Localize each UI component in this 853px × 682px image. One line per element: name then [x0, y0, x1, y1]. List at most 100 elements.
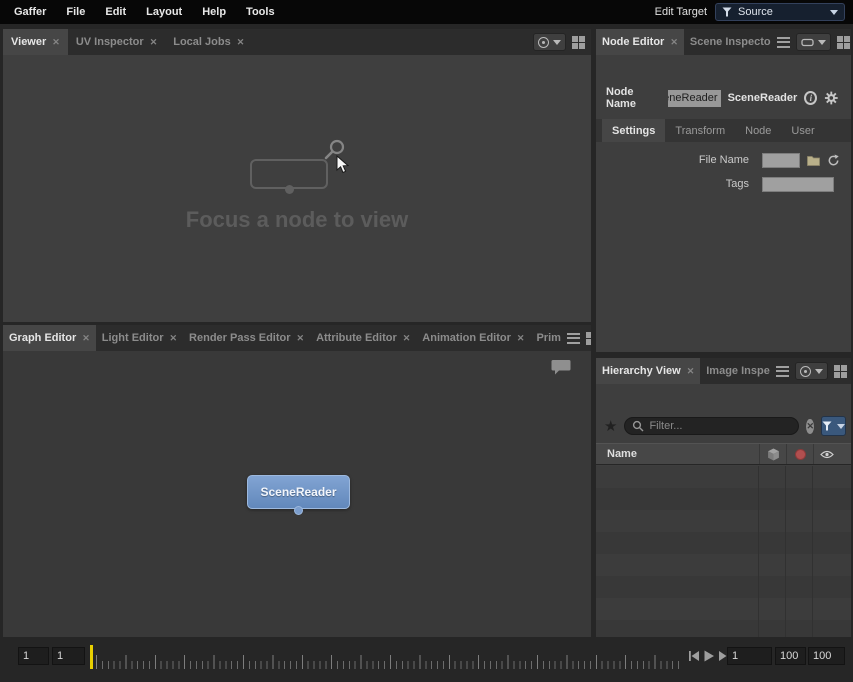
- reload-button[interactable]: [827, 154, 840, 167]
- close-icon[interactable]: ✕: [517, 334, 525, 343]
- annotation-bubble-icon[interactable]: [551, 359, 571, 376]
- playback-controls: [688, 650, 730, 662]
- graph-editor-canvas[interactable]: SceneReader: [3, 351, 591, 637]
- file-name-input[interactable]: [762, 153, 800, 168]
- tab-label: Image Inspe: [706, 365, 770, 377]
- tab-label: Viewer: [11, 36, 46, 48]
- tab-prim[interactable]: Prim: [530, 325, 566, 351]
- close-icon[interactable]: ✕: [237, 38, 245, 47]
- tab-local-jobs[interactable]: Local Jobs ✕: [165, 29, 252, 55]
- tab-list-menu-icon[interactable]: [776, 366, 789, 377]
- chevron-down-icon: [837, 424, 845, 429]
- tab-image-inspector[interactable]: Image Inspe: [700, 358, 776, 384]
- tags-row: Tags: [596, 176, 851, 192]
- play-icon[interactable]: [703, 650, 715, 662]
- close-icon[interactable]: ✕: [297, 334, 305, 343]
- gaffer-window: Gaffer File Edit Layout Help Tools Edit …: [0, 0, 853, 682]
- menu-tools[interactable]: Tools: [236, 0, 285, 24]
- filter-settings-button[interactable]: [821, 416, 846, 436]
- menu-layout[interactable]: Layout: [136, 0, 192, 24]
- tab-uv-inspector[interactable]: UV Inspector ✕: [68, 29, 165, 55]
- tab-scene-inspector[interactable]: Scene Inspecto: [684, 29, 777, 55]
- target-icon: [538, 37, 549, 48]
- playback-end-field[interactable]: [775, 647, 806, 665]
- hierarchy-focus-menu-button[interactable]: [795, 362, 828, 380]
- layout-grid-icon[interactable]: [837, 36, 850, 49]
- close-icon[interactable]: ✕: [82, 334, 90, 343]
- node-output-plug[interactable]: [294, 506, 303, 515]
- column-divider: [785, 466, 786, 637]
- close-icon[interactable]: ✕: [403, 334, 411, 343]
- layout-grid-icon[interactable]: [586, 332, 591, 345]
- layout-grid-icon[interactable]: [572, 36, 585, 49]
- filter-input[interactable]: [649, 420, 791, 432]
- tab-node-editor[interactable]: Node Editor ✕: [596, 29, 684, 55]
- viewer-content[interactable]: Focus a node to view: [3, 55, 591, 322]
- tab-node[interactable]: Node: [735, 119, 781, 142]
- funnel-icon: [722, 7, 732, 17]
- tab-hierarchy-view[interactable]: Hierarchy View ✕: [596, 358, 700, 384]
- gear-icon[interactable]: [824, 90, 839, 106]
- timeline-bar: [0, 642, 853, 682]
- menu-edit[interactable]: Edit: [95, 0, 136, 24]
- playback-start-field[interactable]: [52, 647, 85, 665]
- pin-node-menu-button[interactable]: [796, 33, 831, 51]
- close-icon[interactable]: ✕: [150, 38, 158, 47]
- menubar: Gaffer File Edit Layout Help Tools Edit …: [0, 0, 853, 24]
- tab-label: Animation Editor: [422, 332, 511, 344]
- menubar-right: Edit Target Source: [655, 3, 853, 21]
- tab-graph-editor[interactable]: Graph Editor ✕: [3, 325, 96, 351]
- tags-input[interactable]: [762, 177, 834, 192]
- range-end-field[interactable]: [808, 647, 845, 665]
- tab-user[interactable]: User: [781, 119, 824, 142]
- tab-light-editor[interactable]: Light Editor ✕: [96, 325, 183, 351]
- eye-icon: [820, 450, 834, 459]
- layout-grid-icon[interactable]: [834, 365, 847, 378]
- bookmark-star-icon[interactable]: ★: [604, 419, 617, 434]
- tab-list-menu-icon[interactable]: [777, 37, 790, 48]
- viewer-placeholder-text: Focus a node to view: [3, 207, 591, 233]
- menu-gaffer[interactable]: Gaffer: [4, 0, 56, 24]
- tab-render-pass-editor[interactable]: Render Pass Editor ✕: [183, 325, 310, 351]
- hierarchy-empty-rows[interactable]: [596, 466, 851, 637]
- close-icon[interactable]: ✕: [687, 367, 695, 376]
- chevron-down-icon: [815, 369, 823, 374]
- tab-label: UV Inspector: [76, 36, 144, 48]
- tab-viewer[interactable]: Viewer ✕: [3, 29, 68, 55]
- edit-target-dropdown[interactable]: Source: [715, 3, 845, 21]
- node-editor-tabbar-icons: [777, 29, 851, 55]
- current-frame-marker[interactable]: [90, 645, 93, 669]
- tab-transform[interactable]: Transform: [665, 119, 735, 142]
- folder-browse-button[interactable]: [807, 155, 820, 166]
- range-start-field[interactable]: [18, 647, 49, 665]
- chevron-down-icon: [830, 10, 838, 15]
- close-icon[interactable]: ✕: [670, 38, 678, 47]
- mute-column-header[interactable]: [786, 444, 813, 464]
- graph-tabbar: Graph Editor ✕ Light Editor ✕ Render Pas…: [3, 325, 591, 351]
- shading-column-header[interactable]: [759, 444, 786, 464]
- viewer-focus-menu-button[interactable]: [533, 33, 566, 51]
- tab-attribute-editor[interactable]: Attribute Editor ✕: [310, 325, 416, 351]
- refresh-icon: [827, 154, 840, 167]
- name-column-header[interactable]: Name: [596, 444, 759, 464]
- tab-settings[interactable]: Settings: [602, 119, 665, 142]
- graph-editor-panel: Graph Editor ✕ Light Editor ✕ Render Pas…: [3, 325, 591, 637]
- edit-target-label: Edit Target: [655, 6, 707, 18]
- current-frame-field[interactable]: [727, 647, 772, 665]
- frame-ruler[interactable]: [96, 645, 684, 669]
- node-name-row: Node Name SceneReader SceneReader i: [606, 89, 839, 107]
- menu-help[interactable]: Help: [192, 0, 236, 24]
- tab-label: Render Pass Editor: [189, 332, 290, 344]
- filter-search-box[interactable]: [624, 417, 799, 435]
- skip-to-start-icon[interactable]: [688, 650, 700, 662]
- info-icon[interactable]: i: [804, 91, 817, 105]
- visibility-column-header[interactable]: [813, 444, 840, 464]
- clear-filter-icon[interactable]: ✕: [806, 419, 814, 434]
- close-icon[interactable]: ✕: [170, 334, 178, 343]
- menu-file[interactable]: File: [56, 0, 95, 24]
- tab-list-menu-icon[interactable]: [567, 333, 580, 344]
- node-name-field[interactable]: SceneReader: [668, 90, 720, 107]
- close-icon[interactable]: ✕: [52, 38, 60, 47]
- scene-reader-node[interactable]: SceneReader: [247, 475, 350, 509]
- tab-animation-editor[interactable]: Animation Editor ✕: [416, 325, 530, 351]
